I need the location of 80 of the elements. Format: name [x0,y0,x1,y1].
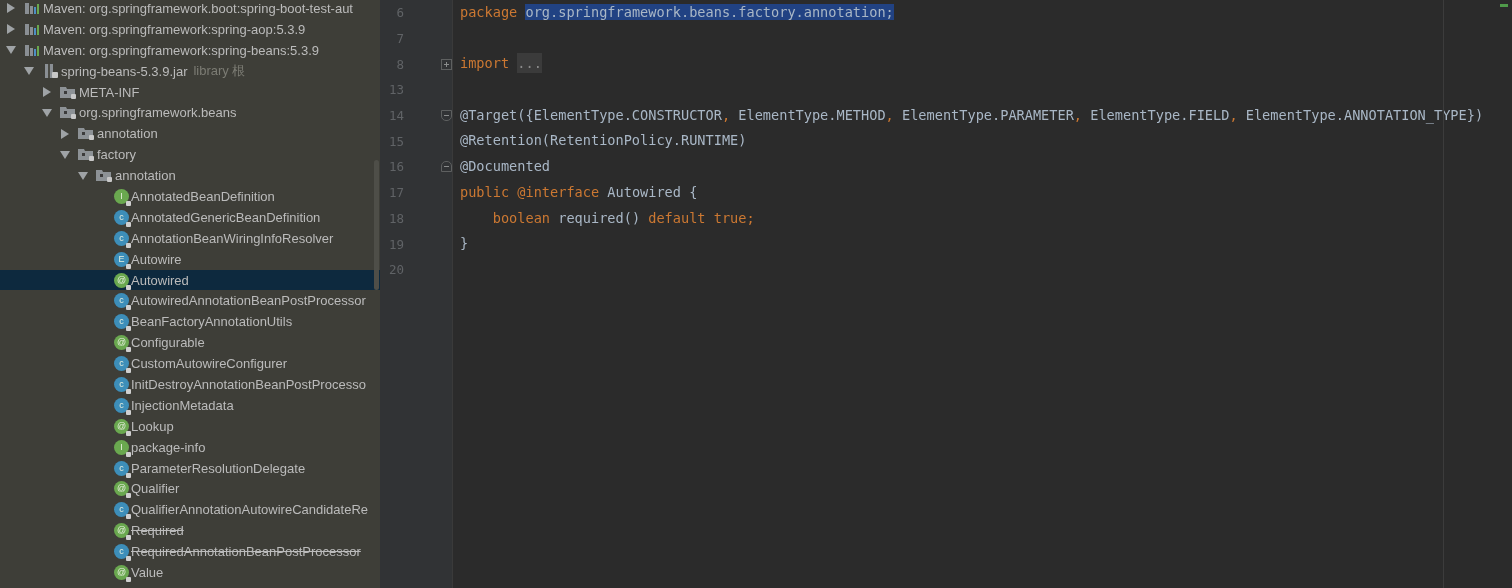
tree-item[interactable]: Value [131,565,164,580]
class-icon: c [114,502,129,518]
code-line: package org.springframework.beans.factory.annotation; [460,3,894,22]
package-folder-icon [78,147,95,163]
tree-item[interactable]: ParameterResolutionDelegate [131,460,306,476]
tree-item[interactable]: Configurable [131,335,205,351]
class-icon: c [114,209,129,225]
tree-item[interactable]: Maven: org.springframework.boot:spring-boot-test-aut [43,0,353,16]
tree-item[interactable]: BeanFactoryAnnotationUtils [131,314,293,330]
tree-item[interactable]: spring-beans-5.3.9.jar [61,63,188,79]
class-icon: c [114,397,129,413]
tree-item[interactable]: RequiredAnnotationBeanPostProcessor [131,544,361,560]
tree-item[interactable]: CustomAutowireConfigurer [131,356,288,372]
collapse-arrow-icon[interactable] [24,66,34,77]
tree-item[interactable]: AnnotatedGenericBeanDefinition [131,209,321,225]
archive-icon [42,63,59,79]
expand-fold-icon[interactable] [441,58,452,70]
tree-item[interactable]: AnnotationBeanWiringInfoResolver [131,230,334,246]
tree-item[interactable]: Maven: org.springframework:spring-beans:5.3.9 [43,42,320,58]
selected-tree-row[interactable]: @ Autowired [0,269,380,291]
tree-item[interactable]: META-INF [79,84,140,100]
expand-arrow-icon[interactable] [60,128,70,139]
library-label: library 根 [193,62,246,81]
collapse-arrow-icon[interactable] [6,45,16,56]
code-line: @Target({ElementType.CONSTRUCTOR, ElementType.METHOD, ElementType.PARAMETER, ElementType.FIELD, ElementType.ANNOTATION_TYPE}) [460,105,1484,126]
tree-item[interactable]: InjectionMetadata [131,397,234,413]
tree-item[interactable]: AnnotatedBeanDefinition [131,188,275,204]
library-icon [24,21,41,37]
tree-item[interactable]: annotation [115,168,176,184]
expand-arrow-icon[interactable] [42,87,52,97]
fold-end-icon[interactable] [441,161,452,173]
tree-item[interactable]: Required [131,523,184,539]
tree-item[interactable]: QualifierAnnotationAutowireCandidateRe [131,502,369,518]
class-icon: c [114,293,129,309]
expand-arrow-icon[interactable] [6,24,16,35]
tree-item[interactable]: package-info [131,439,206,455]
class-icon: c [114,314,129,330]
status-mark-icon [1500,4,1508,7]
annotation-icon: @ [114,523,129,539]
code-line: } [460,234,469,254]
library-icon [24,42,41,58]
annotation-icon: @ [114,418,129,434]
class-icon: c [114,460,129,476]
annotation-icon: @ [114,565,129,580]
class-icon: c [114,376,129,392]
package-folder-icon [78,126,95,142]
annotation-icon: @ [114,481,129,497]
package-folder-icon [60,84,77,100]
tree-item[interactable]: Qualifier [131,481,180,497]
package-folder-icon [96,168,113,184]
tree-item[interactable]: Autowire [131,251,182,267]
code-line: boolean required() default true; [491,208,755,228]
code-line: @Documented [460,157,551,177]
interface-icon: I [114,188,129,204]
collapse-arrow-icon[interactable] [42,107,52,118]
annotation-icon: @ [114,335,129,351]
tree-item[interactable]: AutowiredAnnotationBeanPostProcessor [131,293,366,309]
expand-arrow-icon[interactable] [6,3,16,14]
class-icon: c [114,356,129,372]
annotation-icon: @ [114,272,129,288]
library-icon [24,0,41,16]
code-line: import ... [460,52,542,76]
tree-item[interactable]: Maven: org.springframework:spring-aop:5.3.9 [43,21,306,37]
collapse-fold-icon[interactable] [441,110,452,122]
tree-item[interactable]: annotation [97,126,158,142]
tree-item[interactable]: Lookup [131,418,174,434]
scrollbar-thumb[interactable] [374,160,379,290]
collapse-arrow-icon[interactable] [60,149,70,160]
tree-item[interactable]: InitDestroyAnnotationBeanPostProcesso [131,376,366,392]
enum-icon: E [114,251,129,267]
interface-icon: I [114,439,129,455]
class-icon: c [114,544,129,560]
tree-item[interactable]: factory [97,147,136,163]
tree-item[interactable]: org.springframework.beans [79,105,237,121]
class-icon: c [114,230,129,246]
tree-item[interactable]: Autowired [131,272,189,288]
code-line: public @interface Autowired { [460,182,698,202]
package-folder-icon [60,105,77,121]
collapse-arrow-icon[interactable] [78,170,88,181]
code-line: @Retention(RetentionPolicy.RUNTIME) [460,131,747,151]
